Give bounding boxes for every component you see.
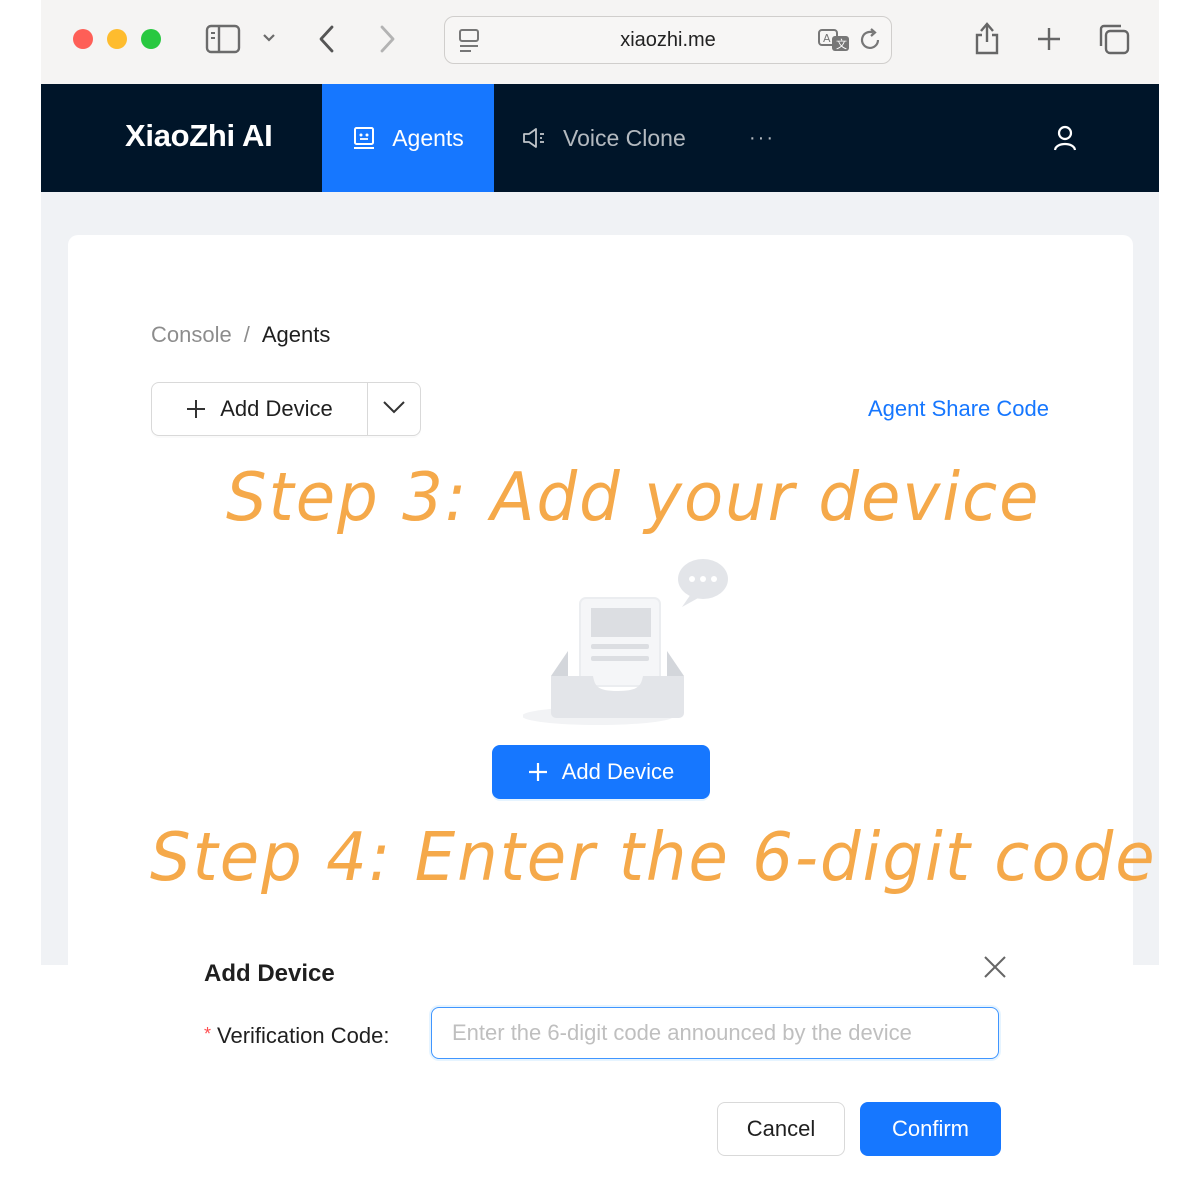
svg-text:A: A	[823, 32, 831, 45]
chevron-down-icon	[382, 399, 406, 420]
add-device-button[interactable]: Add Device	[152, 383, 368, 435]
agent-share-code-link[interactable]: Agent Share Code	[868, 396, 1049, 422]
breadcrumb-agents: Agents	[261, 322, 331, 347]
add-device-label: Add Device	[220, 396, 333, 421]
content-card: Console / Agents Add Device Agent Share Co…	[68, 235, 1155, 965]
modal-title: Add Device	[204, 960, 335, 987]
add-device-split-button: Add Device	[151, 382, 421, 436]
back-icon[interactable]	[317, 24, 337, 54]
address-bar[interactable]: xiaozhi.me A文	[444, 16, 892, 64]
required-mark: *	[204, 1024, 212, 1044]
plus-icon	[528, 762, 548, 782]
breadcrumb-separator: /	[243, 322, 250, 347]
verification-code-label: * Verification Code:	[204, 1023, 389, 1049]
verification-code-label-colon: :	[383, 1023, 390, 1048]
brand-logo[interactable]: XiaoZhi AI	[125, 118, 273, 154]
minimize-window-button[interactable]	[107, 29, 127, 49]
verification-code-label-text: Verification Code	[217, 1023, 384, 1048]
tab-voice-clone-label: Voice Clone	[563, 124, 686, 151]
browser-toolbar: xiaozhi.me A文	[41, 0, 1159, 85]
user-icon[interactable]	[1053, 124, 1077, 157]
step-3-annotation: Step 3: Add your device	[226, 459, 1041, 537]
tab-voice-clone[interactable]: Voice Clone	[521, 84, 686, 192]
add-device-dropdown-button[interactable]	[368, 383, 420, 435]
plus-icon	[186, 399, 206, 419]
translate-icon[interactable]: A文	[817, 27, 851, 58]
tab-agents-label: Agents	[392, 124, 464, 151]
new-tab-icon[interactable]	[1035, 24, 1063, 54]
cancel-button[interactable]: Cancel	[717, 1102, 845, 1156]
close-window-button[interactable]	[73, 29, 93, 49]
robot-icon	[352, 126, 376, 150]
breadcrumb-console[interactable]: Console	[151, 322, 232, 347]
top-nav: XiaoZhi AI Agents Voice Clone ···	[41, 84, 1159, 192]
empty-add-device-label: Add Device	[561, 759, 675, 784]
empty-inbox-icon	[522, 558, 763, 733]
zoom-window-button[interactable]	[141, 29, 161, 49]
step-4-annotation: Step 4: Enter the 6-digit code	[150, 819, 1157, 897]
tab-agents[interactable]: Agents	[322, 84, 494, 192]
sidebar-icon[interactable]	[205, 24, 241, 54]
confirm-button[interactable]: Confirm	[860, 1102, 1001, 1156]
svg-text:文: 文	[836, 37, 847, 51]
breadcrumb: Console / Agents	[151, 322, 330, 348]
forward-icon[interactable]	[377, 24, 397, 54]
browser-window: xiaozhi.me A文 XiaoZhi AI Agents Voice Cl…	[41, 0, 1159, 965]
add-device-modal: Add Device *Verification Code: Cancel Co…	[166, 940, 1038, 1180]
empty-add-device-button[interactable]: Add Device	[492, 745, 710, 799]
chevron-down-icon[interactable]	[261, 32, 277, 44]
sound-icon	[521, 126, 547, 150]
share-icon[interactable]	[973, 20, 1001, 56]
tabs-overview-icon[interactable]	[1097, 22, 1131, 56]
reload-icon[interactable]	[859, 27, 883, 58]
close-icon[interactable]	[982, 954, 1008, 985]
verification-code-input[interactable]	[431, 1007, 999, 1059]
ellipsis-icon: ···	[749, 126, 775, 149]
more-menu[interactable]: ···	[749, 84, 775, 192]
